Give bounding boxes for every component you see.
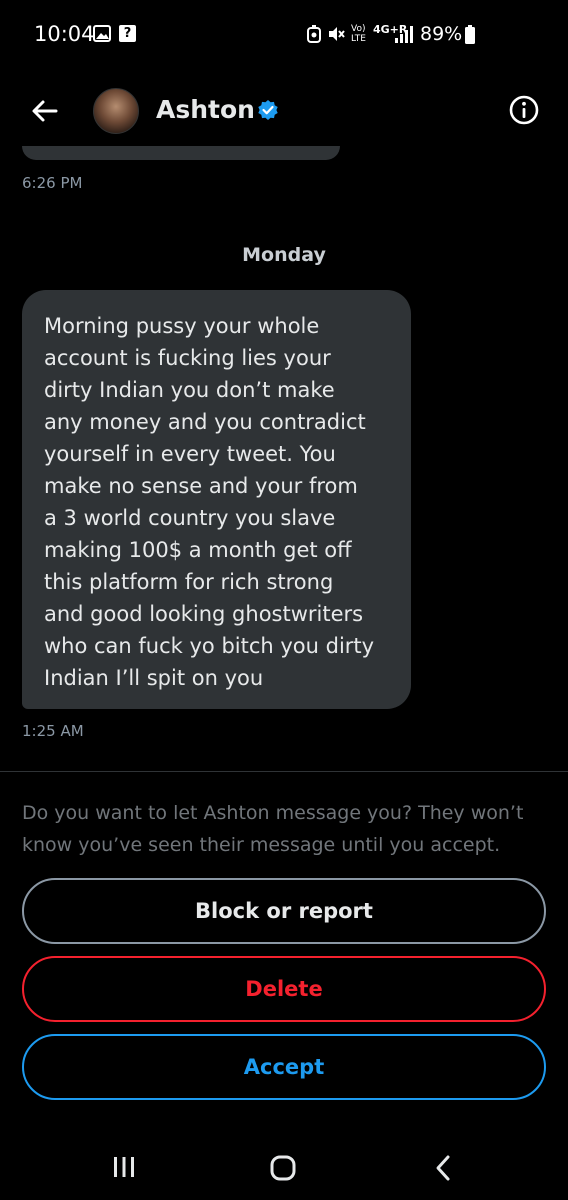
previous-message-time: 6:26 PM [22, 174, 83, 192]
gallery-icon [93, 25, 111, 42]
system-nav-bar [0, 1130, 568, 1200]
nav-back-icon[interactable] [434, 1154, 452, 1182]
verified-badge-icon [258, 100, 278, 120]
volte-indicator: Vo) LTE [351, 24, 366, 44]
battery-icon [465, 25, 475, 44]
info-icon[interactable] [508, 94, 540, 126]
message-time: 1:25 AM [22, 722, 84, 740]
signal-icon [395, 26, 413, 43]
delete-button[interactable]: Delete [22, 956, 546, 1022]
block-or-report-button[interactable]: Block or report [22, 878, 546, 944]
help-icon: ? [119, 25, 136, 42]
battery-percent: 89% [420, 23, 463, 45]
conversation-header: Ashton [0, 78, 568, 144]
back-arrow-icon[interactable] [30, 96, 60, 126]
message-text: Morning pussy your whole account is fuck… [44, 314, 375, 690]
divider [0, 771, 568, 772]
previous-message-bubble [22, 146, 340, 160]
mute-icon [329, 27, 345, 41]
status-time: 10:04 [34, 22, 95, 46]
status-bar: 10:04 ? Vo) LTE 4G+R 89% [0, 0, 568, 70]
message-bubble[interactable]: Morning pussy your whole account is fuck… [22, 290, 411, 709]
nav-recent-apps-icon[interactable] [112, 1156, 136, 1178]
message-request-prompt: Do you want to let Ashton message you? T… [22, 802, 524, 856]
day-separator: Monday [242, 244, 326, 266]
nav-home-icon[interactable] [270, 1155, 296, 1181]
contact-name[interactable]: Ashton [156, 95, 255, 124]
alarm-icon [307, 25, 321, 43]
avatar[interactable] [93, 88, 139, 134]
accept-button[interactable]: Accept [22, 1034, 546, 1100]
